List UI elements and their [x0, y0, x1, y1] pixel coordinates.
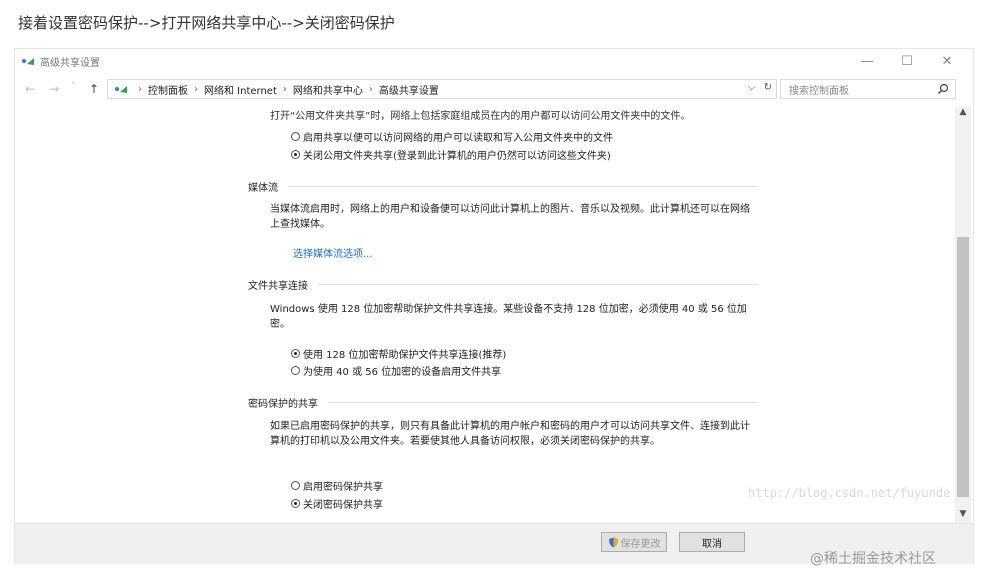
window-title: 高级共享设置	[40, 58, 100, 69]
breadcrumb-advanced-sharing[interactable]: 高级共享设置	[379, 82, 439, 97]
chevron-right-icon[interactable]: ›	[194, 84, 198, 95]
site-watermark: @稀土掘金技术社区	[810, 551, 936, 567]
network-icon	[22, 58, 34, 65]
cancel-button[interactable]: 取消	[679, 532, 745, 552]
page-caption: 接着设置密码保护-->打开网络共享中心-->关闭密码保护	[18, 14, 395, 32]
radio-button[interactable]	[291, 132, 300, 141]
vertical-scrollbar[interactable]: ▲ ▼	[955, 107, 971, 523]
radio-40-56bit-encryption[interactable]: 为使用 40 或 56 位加密的设备启用文件共享	[291, 363, 501, 378]
section-media-streaming: 媒体流	[248, 179, 758, 194]
radio-public-sharing-off[interactable]: 关闭公用文件夹共享(登录到此计算机的用户仍然可以访问这些文件夹)	[291, 147, 611, 162]
network-icon	[115, 86, 127, 93]
radio-public-sharing-on[interactable]: 启用共享以便可以访问网络的用户可以读取和写入公用文件夹中的文件	[291, 129, 613, 144]
public-folder-description: 打开“公用文件夹共享”时，网络上包括家庭组成员在内的用户都可以访问公用文件夹中的…	[270, 111, 691, 122]
chevron-down-icon[interactable]: ⌵	[748, 82, 756, 93]
breadcrumb-network-sharing-center[interactable]: 网络和共享中心	[293, 82, 363, 97]
blog-watermark: http://blog.csdn.net/fuyunde	[748, 486, 951, 500]
minimize-button[interactable]: —	[847, 49, 887, 73]
title-bar: 高级共享设置 — ☐ ✕	[15, 49, 973, 73]
address-bar[interactable]: › 控制面板 › 网络和 Internet › 网络和共享中心 › 高级共享设置…	[107, 79, 777, 99]
search-placeholder: 搜索控制面板	[789, 85, 849, 97]
radio-button[interactable]	[291, 349, 300, 358]
scrollbar-thumb[interactable]	[957, 237, 969, 497]
section-password-sharing: 密码保护的共享	[248, 395, 758, 410]
radio-label: 为使用 40 或 56 位加密的设备启用文件共享	[303, 367, 502, 378]
section-file-sharing: 文件共享连接	[248, 277, 758, 292]
radio-128bit-encryption[interactable]: 使用 128 位加密帮助保护文件共享连接(推荐)	[291, 346, 506, 361]
search-input[interactable]: 搜索控制面板	[780, 79, 956, 99]
up-arrow-icon[interactable]: ↑	[89, 82, 99, 96]
radio-password-protection-off[interactable]: 关闭密码保护共享	[291, 496, 383, 511]
back-arrow-icon[interactable]: ←	[25, 82, 35, 96]
file-sharing-description: Windows 使用 128 位加密帮助保护文件共享连接。某些设备不支持 128…	[270, 304, 747, 330]
radio-button[interactable]	[291, 481, 300, 490]
password-sharing-description: 如果已启用密码保护的共享，则只有具备此计算机的用户帐户和密码的用户才可以访问共享…	[270, 421, 750, 447]
search-icon[interactable]	[937, 83, 949, 95]
save-changes-label: 保存更改	[620, 538, 661, 550]
settings-content: 打开“公用文件夹共享”时，网络上包括家庭组成员在内的用户都可以访问公用文件夹中的…	[15, 107, 955, 523]
section-divider	[328, 402, 758, 403]
radio-button[interactable]	[291, 366, 300, 375]
section-heading: 媒体流	[248, 183, 278, 194]
radio-label: 关闭密码保护共享	[303, 500, 383, 511]
window-controls: — ☐ ✕	[847, 49, 967, 73]
scroll-up-icon[interactable]: ▲	[955, 107, 971, 121]
close-button[interactable]: ✕	[927, 49, 967, 73]
maximize-button[interactable]: ☐	[887, 49, 927, 73]
section-divider	[288, 186, 758, 187]
refresh-icon[interactable]: ↻	[764, 82, 772, 93]
radio-label: 启用共享以便可以访问网络的用户可以读取和写入公用文件夹中的文件	[303, 133, 613, 144]
chevron-right-icon[interactable]: ›	[283, 84, 287, 95]
forward-arrow-icon[interactable]: →	[49, 82, 59, 96]
radio-label: 启用密码保护共享	[303, 482, 383, 493]
radio-password-protection-on[interactable]: 启用密码保护共享	[291, 478, 383, 493]
section-divider	[318, 284, 758, 285]
chevron-right-icon[interactable]: ›	[369, 84, 373, 95]
radio-button[interactable]	[291, 499, 300, 508]
breadcrumb-control-panel[interactable]: 控制面板	[148, 82, 188, 97]
section-heading: 文件共享连接	[248, 281, 308, 292]
chevron-right-icon: ›	[138, 83, 142, 95]
address-actions: ⌵ ↻	[748, 82, 772, 93]
shield-icon	[608, 537, 618, 547]
scroll-down-icon[interactable]: ▼	[955, 509, 971, 523]
media-description: 当媒体流启用时，网络上的用户和设备便可以访问此计算机上的图片、音乐以及视频。此计…	[270, 204, 750, 230]
section-heading: 密码保护的共享	[248, 399, 318, 410]
radio-button[interactable]	[291, 150, 300, 159]
save-changes-button[interactable]: 保存更改	[601, 532, 667, 552]
navigation-bar: ← → ˅ ↑ › 控制面板 › 网络和 Internet › 网络和共享中心 …	[15, 79, 973, 101]
radio-label: 关闭公用文件夹共享(登录到此计算机的用户仍然可以访问这些文件夹)	[303, 151, 611, 162]
breadcrumb-network-internet[interactable]: 网络和 Internet	[204, 82, 277, 97]
recent-locations-icon[interactable]: ˅	[71, 82, 76, 92]
radio-label: 使用 128 位加密帮助保护文件共享连接(推荐)	[303, 350, 507, 361]
media-streaming-options-link[interactable]: 选择媒体流选项...	[293, 245, 373, 260]
